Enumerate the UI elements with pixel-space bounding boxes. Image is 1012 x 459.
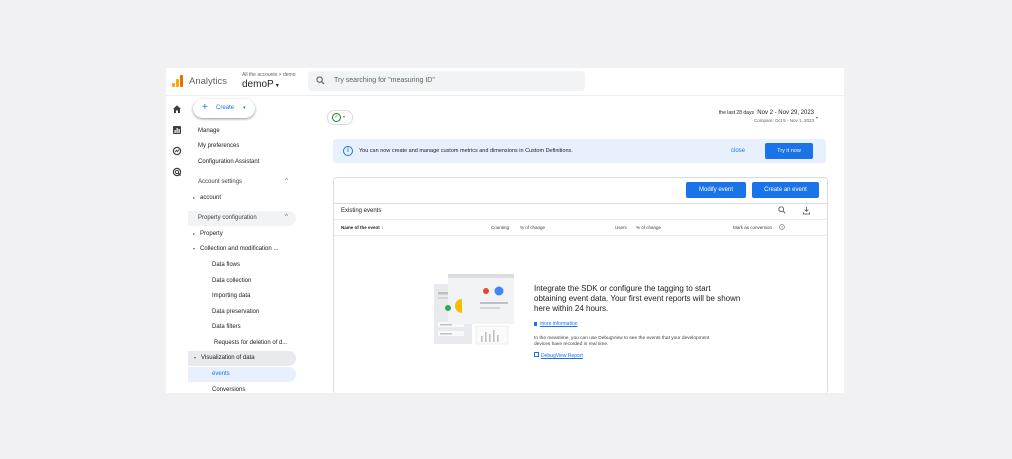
debugview-label: DebugView Report bbox=[541, 353, 583, 359]
table-title: Existing events bbox=[341, 208, 382, 214]
empty-state-title: Integrate the SDK or configure the taggi… bbox=[534, 284, 741, 313]
date-range-label: the last 28 days bbox=[718, 110, 754, 116]
nav-collection-and-modification[interactable]: ▾ Collection and modification ... bbox=[193, 246, 278, 252]
home-icon[interactable] bbox=[172, 104, 182, 114]
icon-rail bbox=[166, 96, 188, 393]
nav-property[interactable]: ▸ Property bbox=[193, 231, 223, 237]
nav-visualization-label: Visualization of data bbox=[201, 355, 255, 361]
search-input[interactable]: Try searching for "measuring ID" bbox=[334, 77, 435, 84]
download-icon[interactable] bbox=[802, 206, 811, 215]
col-mark-as-conversion[interactable]: Mark as conversion bbox=[733, 225, 772, 230]
debugview-report-link[interactable]: DebugView Report bbox=[534, 352, 583, 359]
chevron-up-icon: ^ bbox=[285, 214, 288, 220]
property-name: demoP bbox=[242, 79, 274, 90]
col-counting[interactable]: Counting bbox=[491, 225, 509, 230]
reports-icon[interactable] bbox=[172, 125, 182, 135]
search-bar[interactable]: Try searching for "measuring ID" bbox=[308, 71, 585, 91]
banner-text: You can now create and manage custom met… bbox=[359, 148, 573, 154]
more-information-link[interactable]: more information bbox=[534, 321, 578, 327]
date-range-row: the last 28 days Nov 2 - Nov 29, 2023 bbox=[719, 110, 814, 116]
create-label: Create bbox=[216, 105, 235, 111]
compare-range: Compare: Oct 5 - Nov 1, 2023 bbox=[753, 118, 814, 123]
nav-property-label: Property bbox=[200, 231, 223, 237]
comparison-filter-chip[interactable]: ✓ ▾ bbox=[327, 110, 353, 125]
col-event-name[interactable]: Name of the event ↑ bbox=[341, 225, 383, 230]
section-property-configuration[interactable]: Property configuration ^ bbox=[188, 211, 296, 226]
advertising-icon[interactable] bbox=[172, 167, 182, 177]
svg-text:?: ? bbox=[781, 225, 783, 229]
document-icon bbox=[534, 321, 537, 326]
nav-data-filters[interactable]: Data filters bbox=[212, 324, 241, 330]
nav-account-label: account bbox=[200, 195, 222, 201]
section-label: Account settings bbox=[198, 179, 243, 185]
col-users[interactable]: Users bbox=[615, 225, 627, 230]
more-information-label: more information bbox=[540, 321, 578, 327]
nav-deletion-requests[interactable]: Requests for deletion of d... bbox=[214, 340, 287, 346]
chevron-down-icon[interactable]: ▾ bbox=[816, 115, 818, 120]
nav-data-flows[interactable]: Data flows bbox=[212, 262, 240, 268]
info-banner: i You can now create and manage custom m… bbox=[333, 139, 826, 163]
nav-collection-label: Collection and modification ... bbox=[200, 246, 279, 252]
create-button[interactable]: + Create ▾ bbox=[193, 99, 255, 118]
info-icon: i bbox=[343, 146, 353, 156]
nav-account[interactable]: ▸ account bbox=[193, 195, 221, 201]
nav-data-collection[interactable]: Data collection bbox=[212, 278, 251, 284]
date-range-picker[interactable]: the last 28 days Nov 2 - Nov 29, 2023 Co… bbox=[719, 110, 814, 123]
help-icon[interactable]: ? bbox=[779, 224, 785, 230]
nav-conversions[interactable]: Conversions bbox=[212, 387, 245, 393]
col-count-change[interactable]: % of change bbox=[520, 225, 545, 230]
check-circle-icon: ✓ bbox=[332, 113, 341, 122]
expand-down-icon: ▾ bbox=[193, 246, 196, 251]
nav-configuration-assistant[interactable]: Configuration Assistant bbox=[198, 159, 259, 165]
sort-arrow-icon: ↑ bbox=[381, 225, 384, 230]
col-event-name-label: Name of the event bbox=[341, 225, 380, 230]
nav-data-preservation[interactable]: Data preservation bbox=[212, 309, 259, 315]
chevron-down-icon: ▾ bbox=[243, 105, 246, 111]
divider bbox=[334, 219, 827, 220]
try-it-now-button[interactable]: Try it now bbox=[765, 143, 813, 159]
modify-event-button[interactable]: Modify event bbox=[686, 182, 746, 198]
plus-icon: + bbox=[202, 102, 208, 113]
date-range-value: Nov 2 - Nov 29, 2023 bbox=[757, 110, 814, 116]
search-icon bbox=[316, 76, 325, 85]
nav-events[interactable]: events bbox=[188, 367, 296, 382]
analytics-logo-icon[interactable] bbox=[172, 75, 184, 87]
expand-right-icon: ▸ bbox=[193, 231, 196, 236]
empty-state-note: In the meantime, you can use DebugView t… bbox=[534, 336, 710, 347]
nav-importing-data[interactable]: Importing data bbox=[212, 293, 250, 299]
top-bar: Analytics All the accounts > demo demoP ▾… bbox=[166, 68, 844, 96]
empty-state-illustration bbox=[434, 274, 514, 345]
admin-nav: + Create ▾ Manage My preferences Configu… bbox=[188, 96, 300, 393]
property-selector[interactable]: demoP ▾ bbox=[242, 79, 279, 90]
breadcrumb[interactable]: All the accounts > demo bbox=[242, 72, 296, 78]
divider bbox=[334, 203, 827, 204]
nav-visualization-row: ▾ Visualization of data bbox=[194, 355, 255, 361]
divider bbox=[334, 235, 827, 236]
chevron-down-icon: ▾ bbox=[343, 114, 346, 119]
nav-my-preferences[interactable]: My preferences bbox=[198, 143, 239, 149]
expand-down-icon: ▾ bbox=[194, 355, 197, 360]
nav-visualization-of-data[interactable]: ▾ Visualization of data bbox=[188, 351, 296, 366]
search-icon[interactable] bbox=[778, 206, 786, 214]
nav-manage[interactable]: Manage bbox=[198, 128, 220, 134]
chevron-down-icon: ▾ bbox=[275, 83, 279, 89]
section-account-settings[interactable]: Account settings ^ bbox=[188, 175, 296, 190]
chevron-up-icon: ^ bbox=[285, 178, 288, 184]
analytics-window: Analytics All the accounts > demo demoP ▾… bbox=[166, 68, 844, 393]
events-card: Modify event Create an event Existing ev… bbox=[333, 177, 828, 393]
banner-close-button[interactable]: close bbox=[731, 148, 745, 154]
section-label: Property configuration bbox=[198, 215, 257, 221]
main-content: ✓ ▾ the last 28 days Nov 2 - Nov 29, 202… bbox=[300, 96, 844, 393]
debug-icon bbox=[534, 352, 539, 357]
nav-events-label: events bbox=[212, 371, 230, 377]
col-users-change[interactable]: % of change bbox=[636, 225, 661, 230]
app-title: Analytics bbox=[189, 76, 228, 87]
create-event-button[interactable]: Create an event bbox=[752, 182, 819, 198]
expand-right-icon: ▸ bbox=[193, 195, 196, 200]
explore-icon[interactable] bbox=[172, 146, 182, 156]
